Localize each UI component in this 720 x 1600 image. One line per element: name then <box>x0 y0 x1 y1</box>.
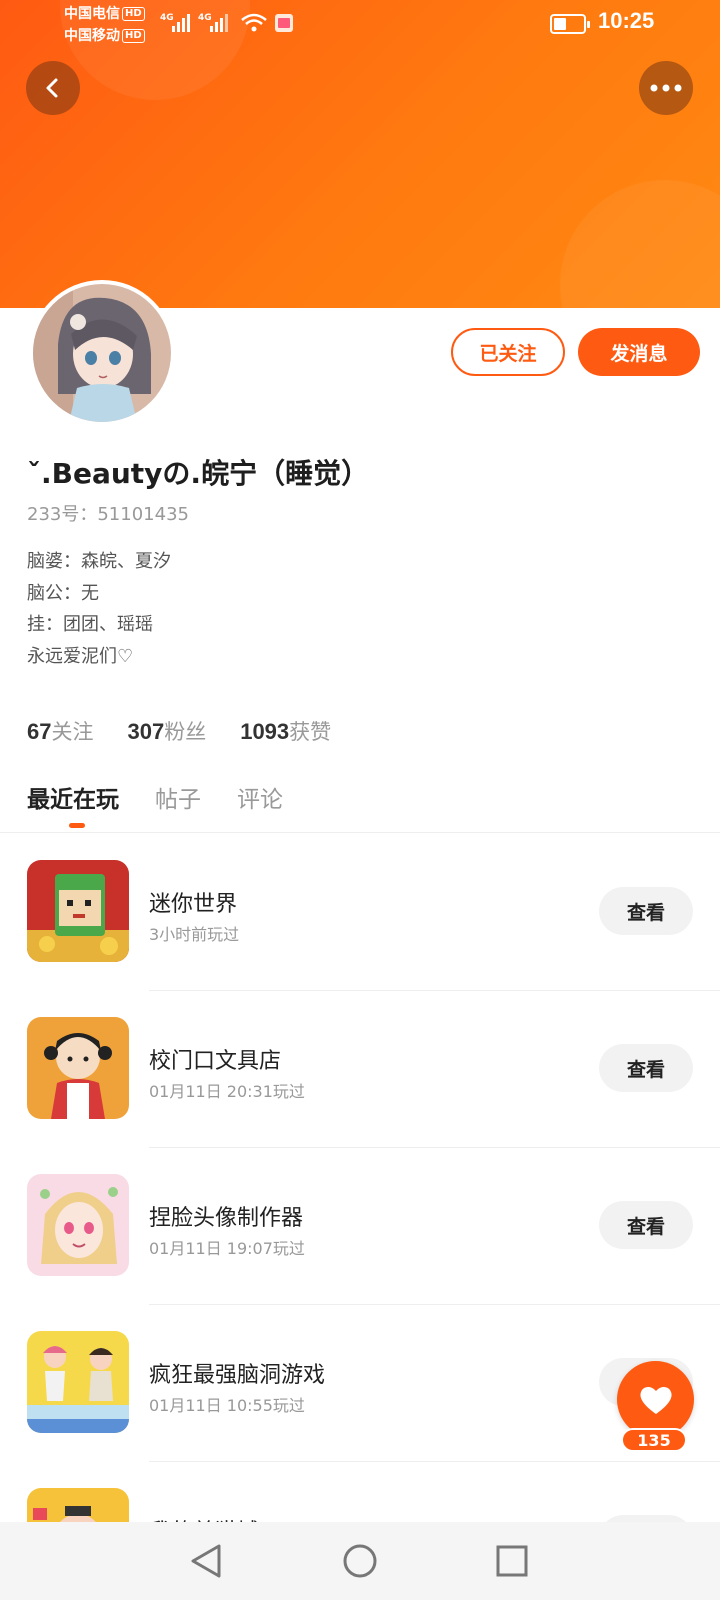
stat-number: 1093 <box>240 719 290 744</box>
stat-following[interactable]: 67关注 <box>27 716 93 746</box>
stat-label: 关注 <box>51 720 94 744</box>
send-message-button[interactable]: 发消息 <box>578 328 700 376</box>
last-played: 01月11日 20:31玩过 <box>149 1082 305 1101</box>
avatar-image <box>33 284 171 422</box>
square-recents-icon <box>496 1545 528 1577</box>
chevron-left-icon <box>46 78 58 98</box>
tab-posts[interactable]: 帖子 <box>155 780 201 828</box>
view-button[interactable]: 查看 <box>599 887 693 935</box>
last-played: 3小时前玩过 <box>149 925 240 944</box>
following-button[interactable]: 已关注 <box>451 328 565 376</box>
tab-recently-played[interactable]: 最近在玩 <box>27 780 119 828</box>
divider <box>0 832 720 833</box>
bio: 脑婆：森皖、夏汐 脑公：无 挂：团团、瑶瑶 永远爱泥们♡ <box>27 546 171 672</box>
profile-tabs: 最近在玩 帖子 评论 <box>27 780 319 828</box>
username: ˇ.Beautyの.皖宁（睡觉） <box>27 457 370 490</box>
circle-home-icon <box>343 1544 377 1578</box>
view-button[interactable]: 查看 <box>599 1044 693 1092</box>
tab-comments[interactable]: 评论 <box>237 780 283 828</box>
stat-followers[interactable]: 307粉丝 <box>127 716 206 746</box>
bio-line: 永远爱泥们♡ <box>27 645 134 667</box>
carrier-1: 中国电信 <box>64 6 120 22</box>
avatar[interactable] <box>29 280 175 426</box>
user-id: 233号：51101435 <box>27 504 189 525</box>
svg-text:4G: 4G <box>160 13 174 23</box>
stat-likes: 1093获赞 <box>240 716 331 746</box>
svg-text:4G: 4G <box>198 13 212 23</box>
status-time: 10:25 <box>598 8 655 33</box>
more-dots-icon <box>650 84 682 92</box>
bio-line: 脑公：无 <box>27 582 99 604</box>
stat-number: 67 <box>27 719 52 744</box>
hd-badge: HD <box>122 7 145 21</box>
like-button[interactable] <box>617 1361 694 1438</box>
nav-home-button[interactable] <box>337 1538 383 1584</box>
game-icon <box>27 1174 129 1276</box>
list-item[interactable]: 捏脸头像制作器 01月11日 19:07玩过 查看 <box>0 1148 720 1305</box>
last-played: 01月11日 19:07玩过 <box>149 1239 305 1258</box>
more-button[interactable] <box>639 61 693 115</box>
hd-badge: HD <box>122 29 145 43</box>
battery-icon <box>550 14 590 34</box>
like-count: 135 <box>621 1428 687 1452</box>
signal-icon: 4G 4G <box>160 13 293 32</box>
last-played: 01月11日 10:55玩过 <box>149 1396 305 1415</box>
game-name: 捏脸头像制作器 <box>149 1206 304 1231</box>
nav-recents-button[interactable] <box>489 1538 535 1584</box>
profile-stats: 67关注 307粉丝 1093获赞 <box>27 716 365 746</box>
stat-label: 粉丝 <box>164 720 207 744</box>
stat-number: 307 <box>127 719 165 744</box>
game-icon <box>27 1331 129 1433</box>
bio-line: 挂：团团、瑶瑶 <box>27 614 153 635</box>
view-button[interactable]: 查看 <box>599 1201 693 1249</box>
heart-icon <box>639 1386 672 1414</box>
game-name: 校门口文具店 <box>149 1049 282 1074</box>
triangle-back-icon <box>191 1544 221 1578</box>
nav-back-button[interactable] <box>183 1538 229 1584</box>
back-button[interactable] <box>26 61 80 115</box>
banner-decoration <box>560 180 720 308</box>
bio-line: 脑婆：森皖、夏汐 <box>27 551 171 572</box>
carrier-2: 中国移动 <box>64 28 120 44</box>
game-name: 迷你世界 <box>149 892 238 917</box>
game-name: 疯狂最强脑洞游戏 <box>149 1363 326 1388</box>
game-icon <box>27 860 129 962</box>
list-item[interactable]: 校门口文具店 01月11日 20:31玩过 查看 <box>0 991 720 1148</box>
stat-label: 获赞 <box>289 720 332 744</box>
recent-games-list: 迷你世界 3小时前玩过 查看 校门口文具店 01月11日 20:31玩过 查看 <box>0 834 720 1600</box>
game-icon <box>27 1017 129 1119</box>
system-nav-bar <box>0 1522 720 1600</box>
status-carriers: 中国电信 HD 中国移动 HD <box>64 3 145 47</box>
list-item[interactable]: 迷你世界 3小时前玩过 查看 <box>0 834 720 991</box>
list-item[interactable]: 疯狂最强脑洞游戏 01月11日 10:55玩过 查看 <box>0 1305 720 1462</box>
